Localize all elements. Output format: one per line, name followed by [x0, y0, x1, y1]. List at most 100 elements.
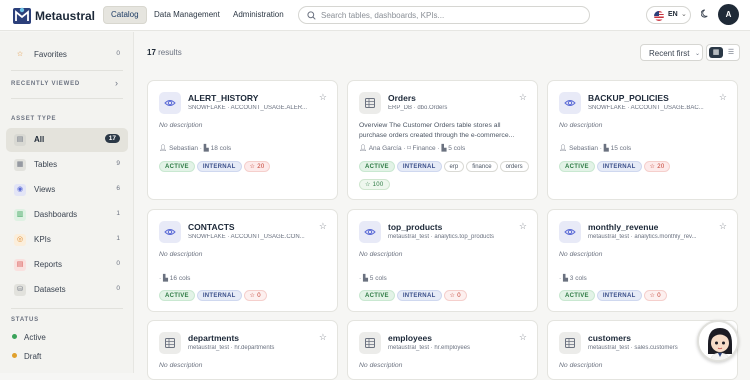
asset-description: No description	[159, 122, 203, 129]
list-view-icon[interactable]: ☰	[724, 47, 738, 58]
divider	[11, 70, 123, 71]
asset-title[interactable]: monthly_revenue	[588, 222, 658, 232]
quality-score-badge: ☆ 100	[359, 179, 390, 190]
asset-card[interactable]: employees metaustral_test · hr.employees ☆…	[347, 320, 538, 380]
sort-label: Recent first	[649, 49, 690, 58]
sidebar-item-label: Views	[34, 185, 56, 194]
eye-icon	[359, 221, 381, 243]
grid-view-icon[interactable]: ▦	[709, 47, 723, 58]
asset-title[interactable]: CONTACTS	[188, 222, 235, 232]
asset-title[interactable]: Orders	[388, 93, 416, 103]
asset-source: ERP_DB · dbo.Orders	[388, 105, 448, 111]
star-icon: ☆	[16, 51, 24, 58]
status-label: Draft	[24, 352, 42, 361]
asset-card[interactable]: CONTACTS SNOWFLAKE · ACCOUNT_USAGE.CON...…	[147, 209, 338, 312]
asset-title[interactable]: departments	[188, 333, 239, 343]
favorite-star-icon[interactable]: ☆	[719, 221, 727, 232]
sidebar-item-datasets[interactable]: ⛁ Datasets 0	[6, 278, 128, 302]
popularity-value: 20	[657, 164, 665, 170]
asset-card[interactable]: ALERT_HISTORY SNOWFLAKE · ACCOUNT_USAGE.A…	[147, 80, 338, 200]
asset-title[interactable]: BACKUP_POLICIES	[588, 93, 669, 103]
status-filter-draft[interactable]: Draft	[12, 352, 41, 361]
visibility-badge: INTERNAL	[396, 290, 442, 301]
asset-tags: ACTIVE INTERNAL ☆ 0	[359, 290, 534, 308]
asset-title[interactable]: top_products	[388, 222, 442, 232]
sidebar-item-label: Tables	[34, 160, 58, 169]
asset-tags: ACTIVE INTERNAL ☆ 20	[559, 161, 734, 179]
quality-score-value: 100	[372, 182, 384, 188]
favorite-star-icon[interactable]: ☆	[319, 92, 327, 103]
top-bar: Metaustral Catalog Data Management Admin…	[0, 0, 750, 31]
sidebar-item-all[interactable]: ▤ All 17	[6, 128, 128, 152]
favorite-star-icon[interactable]: ☆	[719, 92, 727, 103]
asset-card[interactable]: top_products metaustral_test · analytics.…	[347, 209, 538, 312]
moon-icon[interactable]	[701, 9, 710, 18]
us-flag-icon	[654, 11, 664, 21]
kpis-count: 1	[116, 235, 120, 242]
user-icon: 👤︎	[359, 145, 369, 152]
nav-catalog[interactable]: Catalog	[103, 6, 147, 24]
favorite-star-icon[interactable]: ☆	[519, 221, 527, 232]
sidebar-item-tables[interactable]: ▦ Tables 9	[6, 153, 128, 177]
sidebar-item-reports[interactable]: ▤ Reports 0	[6, 253, 128, 277]
results-count: 17 results	[147, 48, 182, 57]
sidebar-item-views[interactable]: ◉ Views 6	[6, 178, 128, 202]
sidebar-item-label: All	[34, 135, 45, 144]
favorite-star-icon[interactable]: ☆	[319, 332, 327, 343]
chevron-down-icon: ⌄	[695, 51, 701, 57]
asset-owner: Ana García	[368, 145, 402, 152]
sidebar-item-favorites[interactable]: ☆ Favorites 0	[6, 43, 128, 67]
sidebar-item-label: Dashboards	[34, 210, 78, 219]
brand-name[interactable]: Metaustral	[35, 9, 95, 23]
keyword-tag[interactable]: orders	[499, 161, 529, 172]
asset-source: metaustral_test · analytics.top_products	[388, 234, 495, 240]
asset-columns: 3 cols	[569, 275, 587, 282]
favorite-star-icon[interactable]: ☆	[519, 92, 527, 103]
asset-meta: · ▙ 16 cols	[159, 274, 190, 282]
search-input[interactable]	[321, 8, 581, 22]
language-selector[interactable]: EN ⌄	[646, 6, 691, 24]
asset-card[interactable]: Orders ERP_DB · dbo.Orders ☆ Overview The C…	[347, 80, 538, 200]
asset-card[interactable]: departments metaustral_test · hr.departme…	[147, 320, 338, 380]
status-heading: STATUS	[11, 317, 39, 323]
metaustral-logo[interactable]	[12, 6, 32, 25]
eye-icon: ◉	[14, 184, 26, 196]
popularity-badge: ☆ 0	[643, 290, 667, 301]
sidebar-item-kpis[interactable]: ◎ KPIs 1	[6, 228, 128, 252]
recently-viewed-toggle[interactable]: RECENTLY VIEWED	[11, 81, 80, 87]
search-box[interactable]	[298, 6, 590, 24]
asset-source: SNOWFLAKE · ACCOUNT_USAGE.ALER...	[188, 105, 308, 111]
favorite-star-icon[interactable]: ☆	[519, 332, 527, 343]
asset-owner: Sebastian	[569, 145, 598, 152]
sort-dropdown[interactable]: Recent first ⌄	[640, 44, 703, 61]
keyword-tag[interactable]: finance	[466, 161, 498, 172]
favorites-count: 0	[116, 50, 120, 57]
asset-description: No description	[559, 362, 603, 369]
asset-title[interactable]: employees	[388, 333, 432, 343]
divider	[11, 308, 123, 309]
popularity-badge: ☆ 0	[243, 290, 267, 301]
keyword-tag[interactable]: erp	[443, 161, 465, 172]
asset-owner: Sebastian	[169, 145, 198, 152]
status-filter-active[interactable]: Active	[12, 333, 46, 342]
visibility-badge: INTERNAL	[396, 161, 442, 172]
user-avatar[interactable]: A	[718, 4, 739, 25]
asset-columns: 18 cols	[210, 145, 232, 152]
asset-source: metaustral_test · hr.employees	[388, 345, 471, 351]
asset-card[interactable]: BACKUP_POLICIES SNOWFLAKE · ACCOUNT_USAGE…	[547, 80, 738, 200]
asset-type-heading: ASSET TYPE	[11, 116, 57, 122]
sidebar-item-dashboards[interactable]: ▥ Dashboards 1	[6, 203, 128, 227]
asset-title[interactable]: ALERT_HISTORY	[188, 93, 258, 103]
sidebar-item-label: Reports	[34, 260, 63, 269]
nav-administration[interactable]: Administration	[226, 6, 291, 24]
popularity-badge: ☆ 0	[443, 290, 467, 301]
asset-description: No description	[359, 251, 403, 258]
asset-card[interactable]: monthly_revenue metaustral_test · analyti…	[547, 209, 738, 312]
table-icon	[359, 332, 381, 354]
chevron-right-icon[interactable]: ›	[115, 78, 118, 88]
assistant-mascot[interactable]	[697, 320, 739, 362]
asset-title[interactable]: customers	[588, 333, 631, 343]
asset-columns: 5 cols	[369, 275, 387, 282]
favorite-star-icon[interactable]: ☆	[319, 221, 327, 232]
nav-data-management[interactable]: Data Management	[147, 6, 227, 24]
